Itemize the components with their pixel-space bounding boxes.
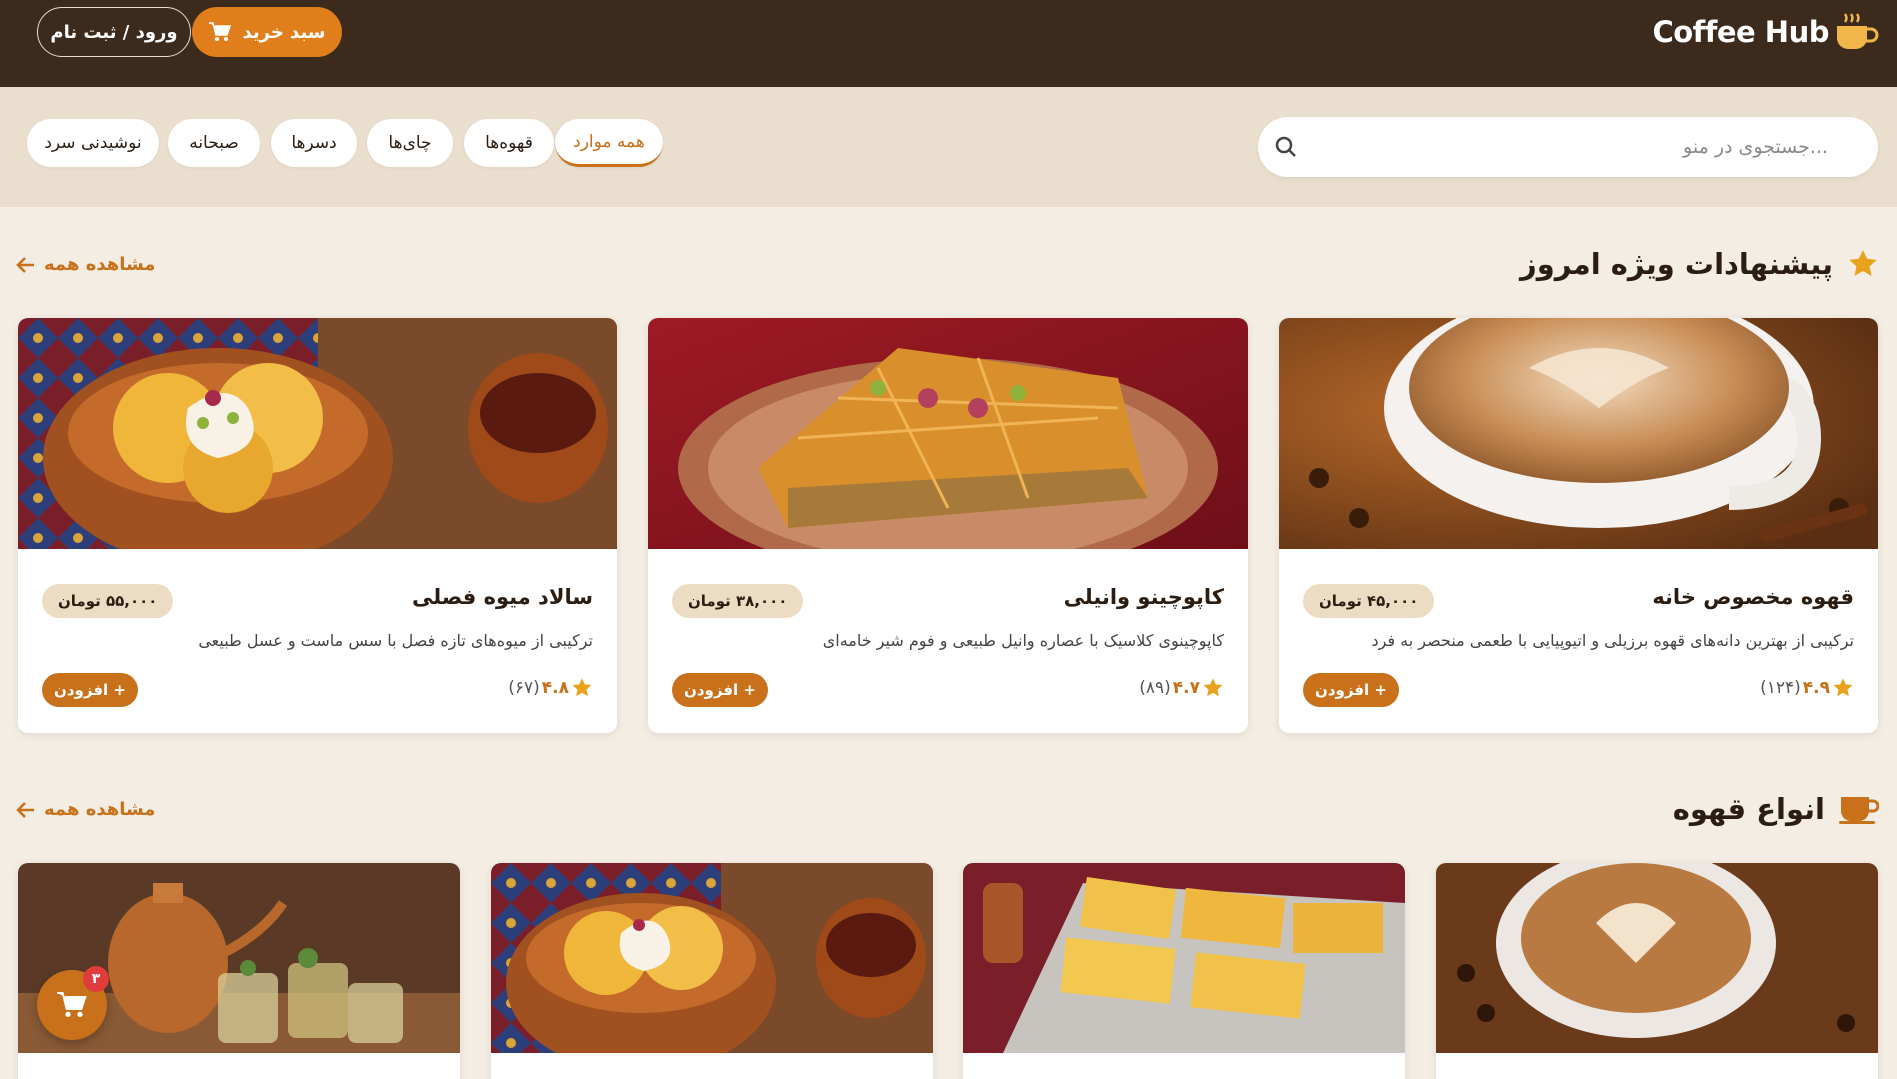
product-card[interactable] [1436,863,1878,1079]
rating-score: ۴.۹ [1802,678,1830,698]
rating-count: (۱۲۴) [1760,678,1801,698]
chip-coffees[interactable]: قهوه‌ها [464,119,554,167]
star-icon [1203,678,1223,697]
price-badge: ۳۸,۰۰۰ تومان [672,584,804,618]
star-icon [572,678,592,697]
cart-label: سبد خرید [242,21,326,43]
add-to-cart-button[interactable]: + افزودن [672,673,768,707]
product-name: سالاد میوه فصلی [412,585,593,609]
coffee-cup-icon [1837,13,1879,49]
star-icon [1849,250,1877,276]
price-badge: ۴۵,۰۰۰ تومان [1303,584,1435,618]
login-button[interactable]: ورود / ثبت نام [37,7,191,57]
rating-score: ۴.۷ [1172,678,1200,698]
rating: ۴.۸ (۶۷) [508,677,593,699]
product-image-sohan [963,863,1405,1053]
rating: ۴.۹ (۱۲۴) [1760,677,1854,699]
app-header: Coffee Hub سبد خرید ورود / ثبت نام [0,0,1897,87]
product-card[interactable]: سالاد میوه فصلی ۵۵,۰۰۰ تومان ترکیبی از م… [18,318,617,733]
search-input[interactable]: جستجوی در منو... [1258,117,1878,177]
rating-count: (۸۹) [1139,678,1171,698]
cart-count-badge: ۳ [83,966,109,992]
filter-bar: جستجوی در منو... همه موارد قهوه‌ها چای‌ه… [0,87,1897,207]
search-icon[interactable] [1274,135,1298,159]
arrow-left-icon [16,801,34,818]
product-description: ترکیبی از میوه‌های تازه فصل با سس ماست و… [198,631,593,650]
rating: ۴.۷ (۸۹) [1139,677,1224,699]
cart-icon [57,992,87,1017]
product-card[interactable]: قهوه مخصوص خانه ۴۵,۰۰۰ تومان ترکیبی از ب… [1279,318,1878,733]
product-image-latte [1436,863,1878,1053]
product-image-baklava [648,318,1248,549]
product-image-icecream [491,863,933,1053]
search-placeholder: جستجوی در منو... [1683,136,1828,158]
card-body: قهوه مخصوص خانه ۴۵,۰۰۰ تومان ترکیبی از ب… [1279,549,1878,733]
rating-count: (۶۷) [508,678,540,698]
star-icon [1833,678,1853,697]
floating-cart-button[interactable]: ۳ [37,966,109,1040]
product-name: کاپوچینو وانیلی [1063,585,1224,609]
coffee-section-title: انواع قهوه [1673,792,1879,826]
add-to-cart-button[interactable]: + افزودن [42,673,138,707]
logo[interactable]: Coffee Hub [1652,12,1879,52]
card-body: کاپوچینو وانیلی ۳۸,۰۰۰ تومان کاپوچینوی ک… [648,549,1248,733]
product-card[interactable]: کاپوچینو وانیلی ۳۸,۰۰۰ تومان کاپوچینوی ک… [648,318,1248,733]
card-body: سالاد میوه فصلی ۵۵,۰۰۰ تومان ترکیبی از م… [18,549,617,733]
chip-cold-drinks[interactable]: نوشیدنی سرد [27,119,159,167]
product-image-icecream [18,318,617,549]
product-description: ترکیبی از بهترین دانه‌های قهوه برزیلی و … [1371,631,1854,650]
chip-teas[interactable]: چای‌ها [367,119,453,167]
coffee-cup-icon [1839,797,1879,824]
product-card[interactable] [491,863,933,1079]
price-badge: ۵۵,۰۰۰ تومان [42,584,174,618]
chip-desserts[interactable]: دسرها [271,119,357,167]
product-description: کاپوچینوی کلاسیک با عصاره وانیل طبیعی و … [822,631,1224,650]
chip-all[interactable]: همه موارد [555,119,663,167]
rating-score: ۴.۸ [541,678,569,698]
chip-breakfast[interactable]: صبحانه [168,119,260,167]
arrow-left-icon [16,256,34,273]
product-image-latte [1279,318,1878,549]
add-to-cart-button[interactable]: + افزودن [1303,673,1399,707]
logo-text: Coffee Hub [1652,15,1829,49]
cart-button[interactable]: سبد خرید [192,7,342,57]
featured-title: پیشنهادات ویژه امروز [1520,247,1879,281]
product-card[interactable] [963,863,1405,1079]
product-name: قهوه مخصوص خانه [1652,585,1854,609]
coffee-see-all[interactable]: مشاهده همه [16,799,155,820]
featured-see-all[interactable]: مشاهده همه [16,254,155,275]
cart-icon [209,22,232,41]
